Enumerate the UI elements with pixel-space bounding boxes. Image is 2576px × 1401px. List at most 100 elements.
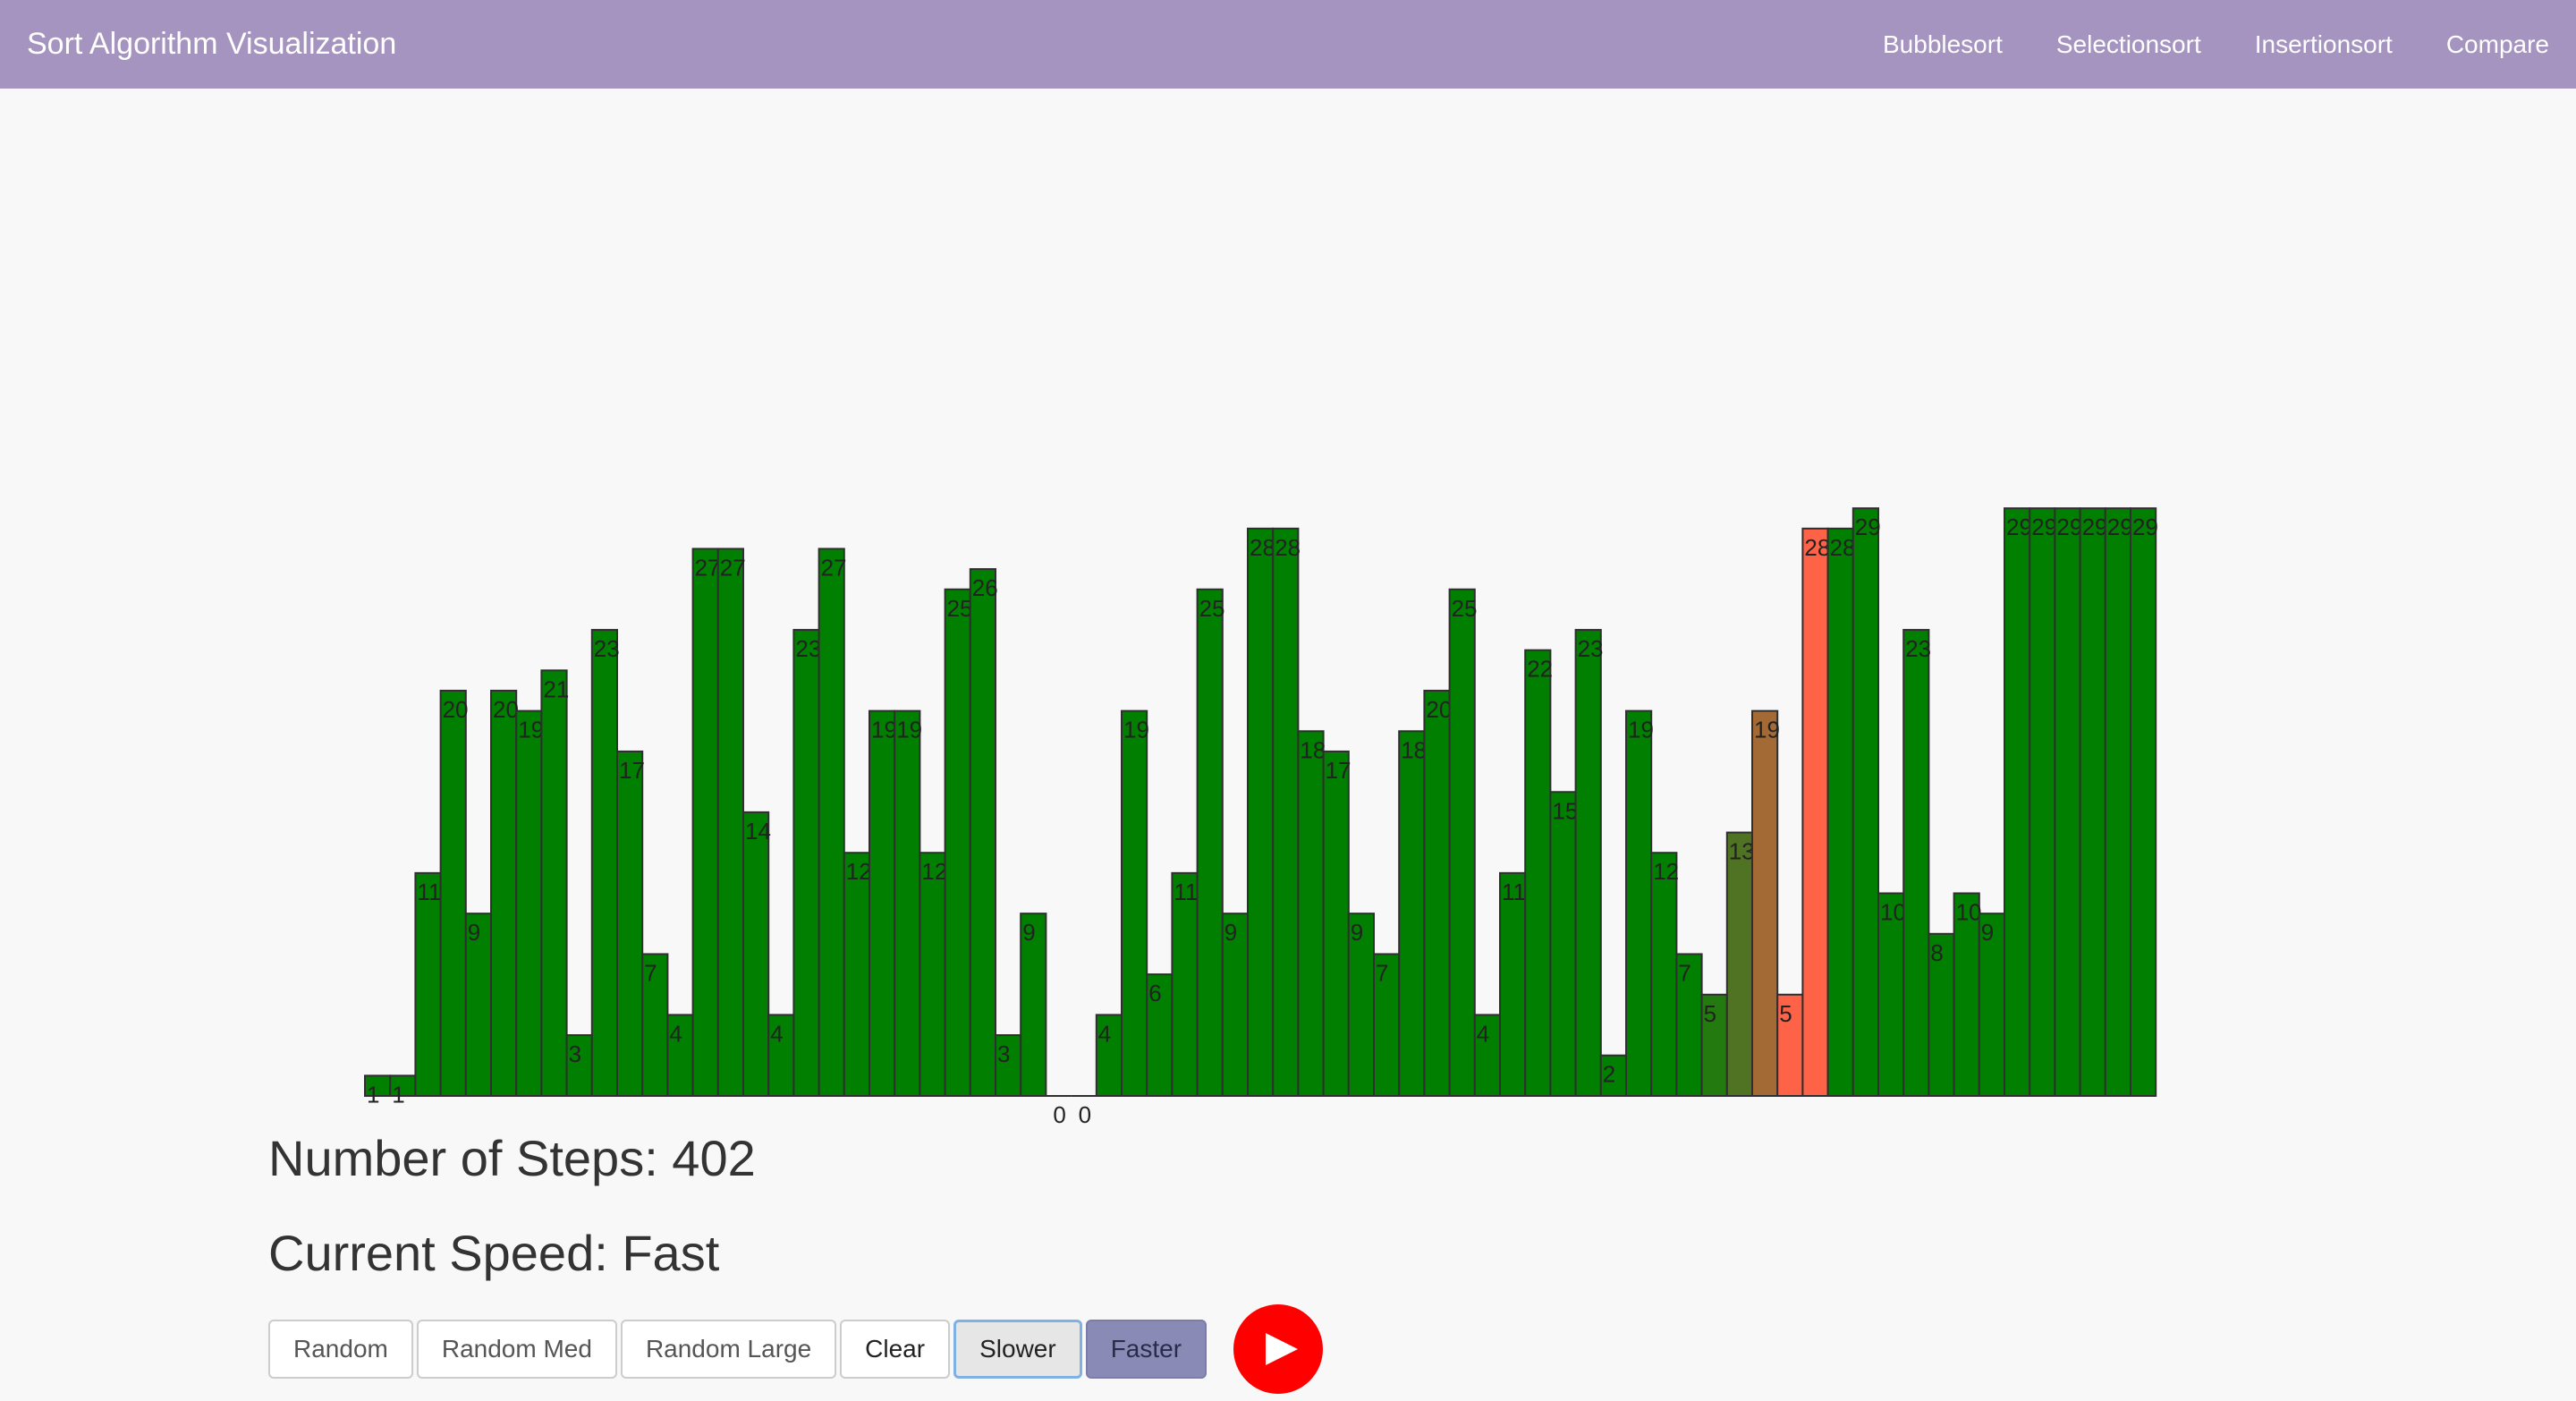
bar — [1196, 588, 1224, 1097]
bar-value-label: 28 — [1250, 534, 1275, 561]
play-button[interactable] — [1233, 1304, 1324, 1394]
bar-value-label: 11 — [1502, 879, 1526, 905]
bar — [2104, 507, 2132, 1097]
bar-value-label: 15 — [1552, 797, 1578, 824]
navbar: Sort Algorithm Visualization Bubblesort … — [0, 0, 2576, 89]
bar — [1272, 527, 1300, 1097]
bar — [2029, 507, 2056, 1097]
bar-value-label: 19 — [1123, 717, 1149, 743]
bar-value-label: 11 — [417, 879, 441, 905]
bar-value-label: 18 — [1300, 736, 1326, 763]
bar-value-label: 29 — [2031, 514, 2057, 540]
bar-value-label: 28 — [1804, 534, 1830, 561]
bar-value-label: 0 — [1053, 1101, 1065, 1126]
bar-value-label: 11 — [1174, 879, 1198, 905]
bar — [1398, 730, 1426, 1097]
bar — [1625, 709, 1653, 1098]
bar-value-label: 23 — [1578, 635, 1604, 662]
nav-links: Bubblesort Selectionsort Insertionsort C… — [1883, 0, 2549, 89]
bar-value-label: 23 — [594, 635, 620, 662]
bar-value-label: 29 — [2107, 514, 2133, 540]
bar-value-label: 26 — [972, 574, 998, 601]
bar-value-label: 23 — [1905, 635, 1931, 662]
bar-value-label: 4 — [770, 1020, 783, 1047]
nav-link-compare[interactable]: Compare — [2446, 30, 2549, 59]
bar-value-label: 28 — [1275, 534, 1301, 561]
bar — [1725, 831, 1754, 1097]
bar — [843, 852, 870, 1097]
bar-value-label: 6 — [1148, 980, 1161, 1006]
bar-value-label: 20 — [1426, 696, 1452, 723]
bar-value-label: 20 — [443, 696, 469, 723]
brand-title[interactable]: Sort Algorithm Visualization — [27, 0, 396, 89]
bar-value-label: 7 — [1678, 959, 1690, 986]
bar-value-label: 25 — [1199, 595, 1225, 622]
speed-indicator: Current Speed: Fast — [268, 1225, 720, 1281]
bar-value-label: 20 — [493, 696, 519, 723]
bar-value-label: 5 — [1704, 1000, 1716, 1027]
bar-value-label: 19 — [1754, 717, 1780, 743]
bar-value-label: 9 — [1022, 919, 1035, 946]
random-med-button[interactable]: Random Med — [416, 1320, 617, 1379]
bar — [1801, 527, 1829, 1097]
bar — [2054, 507, 2081, 1097]
bar-value-label: 10 — [1880, 899, 1906, 926]
bar-value-label: 22 — [1527, 656, 1553, 683]
nav-link-selectionsort[interactable]: Selectionsort — [2056, 30, 2201, 59]
bar-value-label: 4 — [669, 1020, 682, 1047]
bar — [616, 750, 644, 1097]
bar — [414, 871, 442, 1097]
bar — [944, 588, 971, 1097]
bar-value-label: 1 — [367, 1081, 379, 1108]
bar-value-label: 19 — [518, 717, 544, 743]
bar — [590, 629, 618, 1097]
nav-link-insertionsort[interactable]: Insertionsort — [2255, 30, 2393, 59]
bar — [691, 548, 719, 1097]
bar — [742, 811, 770, 1098]
bar-value-label: 12 — [846, 858, 872, 885]
bar — [1448, 588, 1476, 1097]
bar-value-label: 12 — [1653, 858, 1679, 885]
bar-value-label: 19 — [871, 717, 897, 743]
bar — [1549, 791, 1577, 1097]
bar — [1297, 730, 1325, 1097]
nav-link-bubblesort[interactable]: Bubblesort — [1883, 30, 2003, 59]
slower-button[interactable]: Slower — [953, 1320, 1082, 1379]
random-button[interactable]: Random — [268, 1320, 413, 1379]
bar — [515, 709, 543, 1098]
bar-value-label: 1 — [392, 1081, 404, 1108]
bar — [1902, 629, 1930, 1097]
bar — [490, 690, 518, 1097]
play-icon — [1266, 1333, 1299, 1365]
bar-value-label: 4 — [1477, 1020, 1489, 1047]
bar — [1751, 709, 1779, 1098]
steps-counter: Number of Steps: 402 — [268, 1130, 756, 1186]
bar-value-label: 9 — [1981, 919, 1994, 946]
bar — [969, 568, 997, 1097]
bar-value-label: 29 — [2006, 514, 2032, 540]
bar — [1322, 750, 1350, 1097]
bar — [818, 548, 845, 1097]
bar-value-label: 8 — [1930, 939, 1943, 966]
faster-button[interactable]: Faster — [1085, 1320, 1208, 1379]
clear-button[interactable]: Clear — [840, 1320, 951, 1379]
bar-value-label: 29 — [2082, 514, 2108, 540]
bar-value-label: 9 — [1351, 919, 1363, 946]
random-large-button[interactable]: Random Large — [620, 1320, 837, 1379]
bar-value-label: 0 — [1079, 1101, 1091, 1126]
bar-value-label: 13 — [1729, 838, 1755, 865]
controls-toolbar: Random Random Med Random Large Clear Slo… — [268, 1304, 1324, 1394]
bar — [1121, 709, 1148, 1098]
bar-value-label: 29 — [1855, 514, 1881, 540]
bar — [439, 690, 467, 1097]
bar — [1650, 852, 1678, 1097]
bar — [792, 629, 820, 1097]
bar-value-label: 7 — [644, 959, 657, 986]
bar — [1499, 871, 1527, 1097]
bar — [894, 709, 921, 1098]
bar — [2079, 507, 2106, 1097]
bar — [1574, 629, 1602, 1097]
bar — [1423, 690, 1451, 1097]
bar-value-label: 7 — [1376, 959, 1388, 986]
bar-value-label: 27 — [720, 554, 746, 581]
